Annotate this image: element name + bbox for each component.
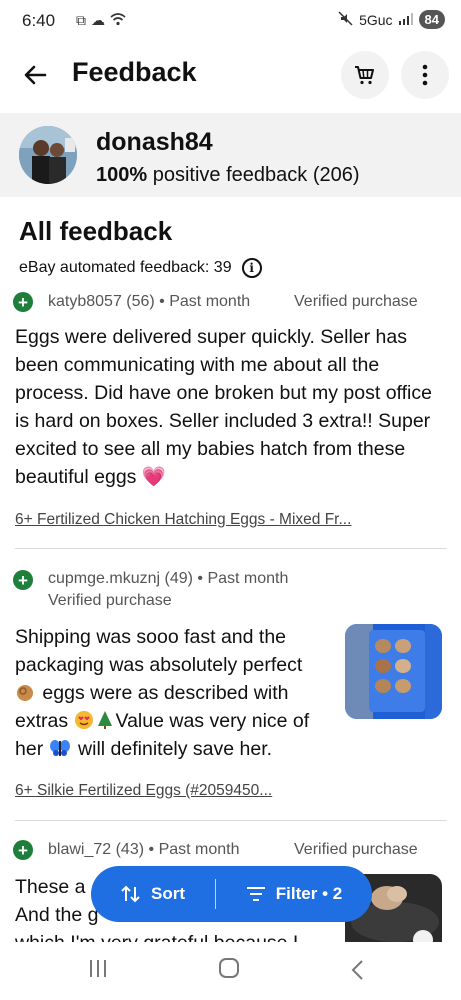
feedback-text: Shipping was sooo fast and the packaging… [15,623,345,763]
item-link[interactable]: 6+ Fertilized Chicken Hatching Eggs - Mi… [15,511,351,529]
filter-button[interactable]: Filter • 2 [216,866,372,922]
ok-hand-emoji [15,682,37,702]
status-right: 5Guc 84 [338,10,445,29]
feedback-line-text: will definitely save her. [78,738,273,760]
feedback-line: extras Value was very nice of [15,707,345,735]
feedback-user: blawi_72 (43) [48,841,145,858]
filter-label: Filter • 2 [275,884,343,903]
feedback-meta: blawi_72 (43) • Past month [48,841,240,858]
network-label: 5Guc [359,11,393,28]
cart-icon [355,66,374,85]
tree-emoji [96,710,116,730]
seller-summary[interactable]: donash84 100% positive feedback (206) [0,113,461,197]
positive-feedback-count: positive feedback (206) [152,164,360,186]
feedback-line: which I'm very grateful because I [15,929,345,942]
seller-rating: 100% positive feedback (206) [96,164,360,187]
feedback-meta: katyb8057 (56) • Past month [48,293,251,310]
more-vertical-icon [422,64,428,86]
verified-purchase: Verified purchase [294,841,418,858]
section-title: All feedback [19,216,173,246]
sort-label: Sort [151,884,185,903]
positive-plus-icon: + [13,570,33,590]
weather-icon: ☁ [91,12,105,28]
feedback-photo[interactable] [345,624,442,719]
battery-badge: 84 [418,10,445,29]
arrow-left-icon [24,65,47,85]
chevron-left-icon [351,960,363,980]
status-bar: 6:40 ⧉ ☁ 5Guc 84 [0,0,461,42]
notification-icons: ⧉ ☁ [76,12,126,29]
status-time: 6:40 [22,11,56,30]
feedback-text: Eggs were delivered super quickly. Selle… [15,323,445,491]
butterfly-emoji [49,738,73,758]
screenshot-icon: ⧉ [76,12,86,28]
filter-icon [246,887,265,901]
seller-username: donash84 [96,128,213,156]
feedback-user: cupmge.mkuznj (49) [48,570,193,587]
info-icon[interactable]: i [241,258,262,278]
feedback-line: eggs were as described with [15,679,345,707]
item-link[interactable]: 6+ Silkie Fertilized Eggs (#2059450... [15,782,272,800]
mute-icon [338,10,353,29]
feedback-user: katyb8057 (56) [48,293,155,310]
feedback-line-text: Value was very nice of [115,710,310,732]
app-header: Feedback [0,42,461,112]
feedback-time: Past month [169,293,251,310]
feedback-line: her will definitely save her. [15,735,345,763]
wifi-icon [110,12,126,29]
positive-plus-icon: + [13,840,33,860]
positive-percent: 100% [96,164,148,186]
feedback-line-text: extras [15,710,69,732]
heart-emoji: 💗 [141,466,167,488]
automated-feedback: eBay automated feedback: 39 i [19,258,262,278]
page-title: Feedback [72,57,197,87]
verified-purchase: Verified purchase [48,592,172,609]
verified-purchase: Verified purchase [294,293,418,310]
cart-button[interactable] [341,51,389,99]
feedback-meta: cupmge.mkuznj (49) • Past month [48,570,289,587]
more-options-button[interactable] [401,51,449,99]
heart-eyes-emoji [74,710,96,730]
positive-plus-icon: + [13,292,33,312]
feedback-time: Past month [207,570,289,587]
system-nav-bar [0,942,461,1000]
back-button[interactable] [20,59,52,91]
signal-icon [398,12,413,28]
sort-filter-bar: Sort Filter • 2 [91,866,372,922]
recents-button[interactable] [90,960,106,977]
divider [15,548,447,549]
feedback-time: Past month [158,841,240,858]
feedback-body: Eggs were delivered super quickly. Selle… [15,326,432,488]
feedback-line-text: her [15,738,44,760]
sort-button[interactable]: Sort [91,866,215,922]
feedback-line-text: eggs were as described with [42,682,289,704]
home-button[interactable] [219,958,239,978]
system-back-button[interactable] [350,959,364,986]
avatar [19,126,77,184]
feedback-line: Shipping was sooo fast and the [15,626,287,648]
sort-arrows-icon [121,885,140,903]
divider [15,820,447,821]
feedback-line: packaging was absolutely perfect [15,654,303,676]
automated-feedback-label: eBay automated feedback: 39 [19,259,232,276]
